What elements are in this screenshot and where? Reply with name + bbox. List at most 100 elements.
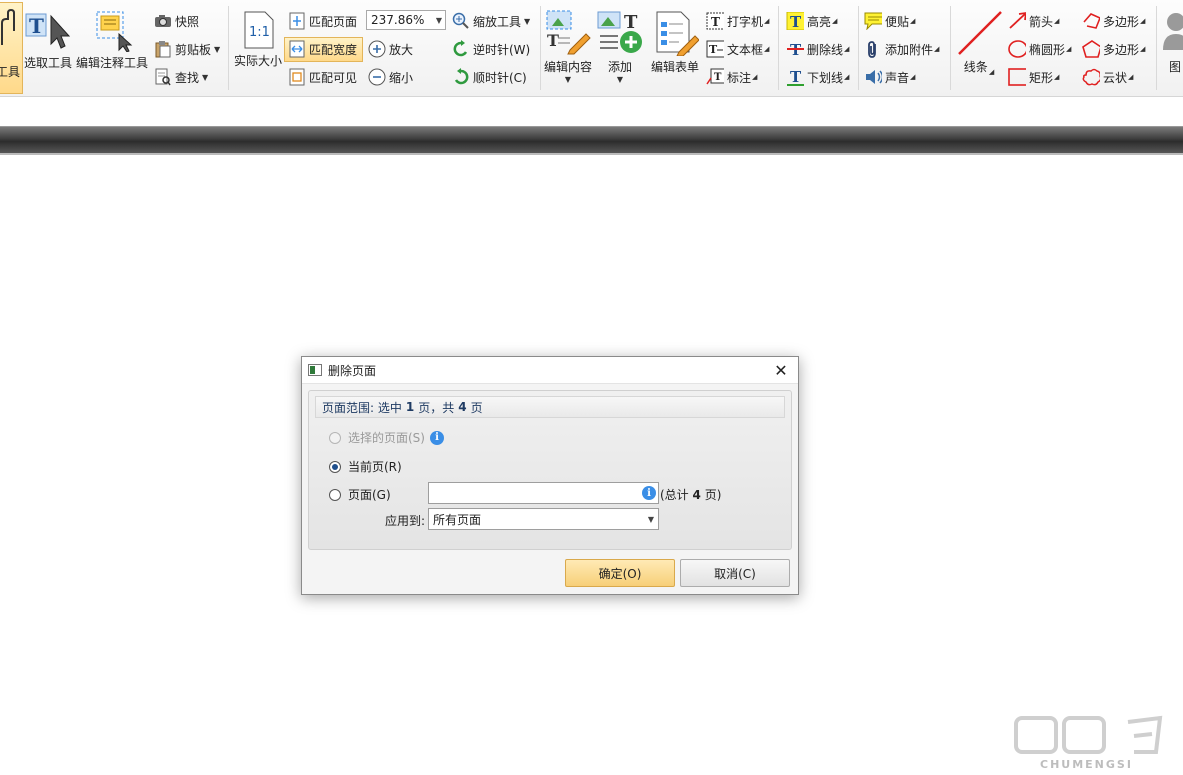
clipboard-label: 剪贴板 [175, 42, 212, 57]
sticky-note-button[interactable]: 便贴 ◢ [864, 12, 915, 30]
strikeout-more-icon[interactable]: ◢ [844, 45, 849, 53]
zoom-tool-dropdown-icon[interactable]: ▼ [524, 17, 530, 26]
rectangle-more-icon[interactable]: ◢ [1054, 73, 1059, 81]
edit-content-button[interactable]: T 编辑内容 ▼ [542, 8, 594, 84]
arrow-more-icon[interactable]: ◢ [1054, 17, 1059, 25]
zoom-in-button[interactable]: 放大 [368, 40, 413, 58]
close-icon[interactable]: ✕ [772, 361, 790, 380]
zoom-dropdown-icon[interactable]: ▼ [436, 16, 442, 25]
text-cursor-select-icon: T [25, 13, 71, 49]
zoom-level-value: 237.86% [371, 13, 425, 27]
edit-content-dropdown-icon[interactable]: ▼ [565, 75, 571, 84]
strikeout-button[interactable]: T 删除线◢ [786, 40, 849, 58]
edit-annotation-tool-button[interactable]: 编辑注释工具 [76, 8, 148, 71]
polygon-tool-button[interactable]: 多边形 ◢ [1082, 40, 1145, 58]
edit-form-label: 编辑表单 [650, 60, 699, 74]
polygon-more-icon[interactable]: ◢ [1140, 45, 1145, 53]
cancel-button[interactable]: 取消(C) [680, 559, 790, 587]
watermark-text: CHUMENGSI [1040, 758, 1133, 771]
underline-button[interactable]: T 下划线 ◢ [786, 68, 849, 86]
rectangle-tool-button[interactable]: 矩形 ◢ [1008, 68, 1059, 86]
textbox-icon: T [706, 40, 724, 58]
snapshot-button[interactable]: 快照 [154, 12, 199, 30]
image-tool-button[interactable]: 图 [1160, 8, 1183, 75]
typewriter-button[interactable]: T 打字机 ◢ [706, 12, 769, 30]
total-pages-note: (总计 4 页) [660, 486, 721, 503]
cloud-more-icon[interactable]: ◢ [1128, 73, 1133, 81]
underline-more-icon[interactable]: ◢ [844, 73, 849, 81]
find-dropdown-icon[interactable]: ▼ [202, 73, 208, 82]
polyline-tool-button[interactable]: 多边形 ◢ [1082, 12, 1145, 30]
hand-tool-button[interactable]: 工具 [0, 2, 23, 94]
actual-size-label: 实际大小 [233, 54, 282, 68]
radio-current-page-circle[interactable] [329, 460, 341, 473]
edit-form-button[interactable]: 编辑表单 [648, 8, 702, 75]
add-button[interactable]: T 添加 ▼ [596, 8, 644, 84]
line-tool-button[interactable]: 线条◢ [954, 8, 1004, 76]
fit-page-button[interactable]: 匹配页面 [288, 12, 357, 30]
ellipse-tool-button[interactable]: 椭圆形 ◢ [1008, 40, 1071, 58]
clipboard-button[interactable]: 剪贴板 ▼ [154, 40, 220, 58]
page-range-panel: 页面范围: 选中 1 页，共 4 页 选择的页面(S) i 当前页(R) 页面(… [308, 390, 792, 550]
image-tool-label: 图 [1168, 60, 1181, 74]
line-tool-label: 线条◢ [963, 60, 995, 76]
select-tool-button[interactable]: T 选取工具 [22, 8, 74, 71]
attach-file-button[interactable]: 添加附件 ◢ [864, 40, 939, 58]
callout-more-icon[interactable]: ◢ [752, 73, 757, 81]
apply-to-select[interactable]: 所有页面 ▼ [428, 508, 659, 530]
typewriter-label: 打字机 [727, 14, 764, 29]
typewriter-more-icon[interactable]: ◢ [764, 17, 769, 25]
ribbon-separator [778, 6, 779, 90]
highlight-icon: T [786, 12, 804, 30]
polyline-icon [1082, 12, 1100, 30]
rotate-cw-button[interactable]: 顺时针(C) [452, 68, 527, 86]
textbox-more-icon[interactable]: ◢ [764, 45, 769, 53]
svg-text:T: T [714, 72, 722, 83]
radio-pages-circle[interactable] [329, 488, 341, 501]
highlight-button[interactable]: T 高亮 ◢ [786, 12, 837, 30]
ellipse-tool-label: 椭圆形 [1029, 42, 1066, 57]
zoom-in-label: 放大 [389, 42, 414, 57]
fit-width-button[interactable]: 匹配宽度 [288, 40, 357, 58]
zoom-level-select[interactable]: 237.86% ▼ [366, 10, 446, 30]
sticky-note-more-icon[interactable]: ◢ [910, 17, 915, 25]
sticky-note-label: 便贴 [885, 14, 910, 29]
zoom-out-button[interactable]: 缩小 [368, 68, 413, 86]
fit-page-label: 匹配页面 [309, 14, 358, 29]
highlight-label: 高亮 [807, 14, 832, 29]
add-label: 添加 [607, 60, 632, 74]
textbox-button[interactable]: T 文本框 ◢ [706, 40, 769, 58]
find-button[interactable]: 查找 ▼ [154, 68, 208, 86]
cloud-tool-button[interactable]: 云状 ◢ [1082, 68, 1133, 86]
add-dropdown-icon[interactable]: ▼ [617, 75, 623, 84]
sound-more-icon[interactable]: ◢ [910, 73, 915, 81]
zoom-tool-button[interactable]: 缩放工具 ▼ [452, 12, 530, 30]
range-mid: 页，共 [418, 400, 455, 415]
radio-pages[interactable]: 页面(G) [329, 486, 391, 503]
watermark-logo-graphic: CHUMENGSI [1014, 715, 1163, 771]
radio-selected-pages-circle[interactable] [329, 431, 341, 444]
actual-size-button[interactable]: 1:1 实际大小 [232, 10, 284, 69]
highlight-more-icon[interactable]: ◢ [832, 17, 837, 25]
info-icon[interactable]: i [429, 430, 444, 445]
clipboard-dropdown-icon[interactable]: ▼ [214, 45, 220, 54]
svg-text:T: T [29, 14, 44, 38]
radio-selected-pages[interactable]: 选择的页面(S) i [329, 429, 444, 446]
radio-current-page[interactable]: 当前页(R) [329, 458, 402, 475]
radio-pages-label: 页面(G) [348, 488, 391, 502]
fit-visible-button[interactable]: 匹配可见 [288, 68, 357, 86]
page-range-info-icon[interactable]: i [642, 486, 656, 500]
attach-file-more-icon[interactable]: ◢ [934, 45, 939, 53]
callout-button[interactable]: T 标注 ◢ [706, 68, 757, 86]
svg-text:T: T [624, 12, 638, 33]
line-icon [958, 11, 1002, 55]
sound-button[interactable]: 声音 ◢ [864, 68, 915, 86]
ok-button[interactable]: 确定(O) [565, 559, 675, 587]
ellipse-more-icon[interactable]: ◢ [1066, 45, 1071, 53]
rotate-ccw-button[interactable]: 逆时针(W) [452, 40, 530, 58]
svg-text:T: T [547, 31, 559, 50]
chevron-down-icon[interactable]: ▼ [648, 515, 654, 524]
arrow-tool-button[interactable]: 箭头 ◢ [1008, 12, 1059, 30]
page-range-input[interactable]: i [428, 482, 659, 504]
polyline-more-icon[interactable]: ◢ [1140, 17, 1145, 25]
